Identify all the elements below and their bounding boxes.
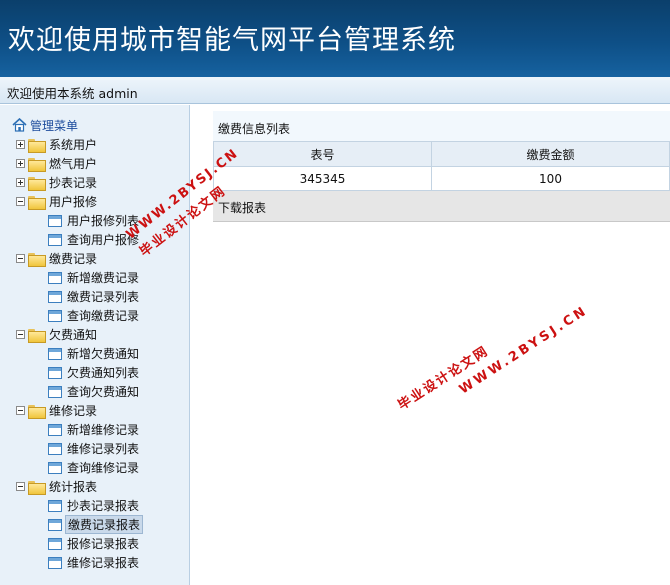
menu-item-label: 欠费通知列表 (67, 366, 140, 380)
page-icon (48, 233, 62, 246)
collapse-icon[interactable] (16, 406, 25, 415)
expand-icon[interactable] (16, 159, 25, 168)
collapse-icon[interactable] (16, 197, 25, 206)
menu-item[interactable]: 欠费通知列表 (32, 363, 141, 382)
menu-item[interactable]: 维修记录列表 (32, 439, 141, 458)
folder-icon (28, 157, 46, 172)
menu-item-label: 缴费记录列表 (67, 290, 140, 304)
expand-icon[interactable] (16, 178, 25, 187)
payment-table: 表号 缴费金额 345345 100 (213, 141, 670, 191)
panel-title: 缴费信息列表 (218, 122, 291, 136)
menu-item-label: 查询欠费通知 (67, 385, 140, 399)
menu-item[interactable]: 新增缴费记录 (32, 268, 141, 287)
panel-header: 缴费信息列表 (213, 111, 670, 145)
menu-item-label: 抄表记录报表 (67, 499, 140, 513)
user-bar: 欢迎使用本系统 admin (0, 77, 670, 104)
app-title: 欢迎使用城市智能气网平台管理系统 (8, 25, 456, 56)
menu-item-label: 新增欠费通知 (67, 347, 140, 361)
folder-icon (28, 252, 46, 267)
menu-item-label: 缴费记录报表 (65, 515, 144, 534)
menu-item-label: 维修记录报表 (67, 556, 140, 570)
menu-item[interactable]: 新增欠费通知 (32, 344, 141, 363)
page-icon (48, 556, 62, 569)
menu-item[interactable]: 查询欠费通知 (32, 382, 141, 401)
menu-item-label: 维修记录列表 (67, 442, 140, 456)
menu-item-label: 欠费通知 (49, 328, 98, 342)
menu-item-label: 新增维修记录 (67, 423, 140, 437)
folder-icon (28, 176, 46, 191)
menu-group[interactable]: 抄表记录 (16, 173, 99, 192)
collapse-icon[interactable] (16, 482, 25, 491)
page-icon (48, 442, 62, 455)
sidebar: 管理菜单 系统用户燃气用户抄表记录用户报修用户报修列表 查询用户报修缴费记录新增缴… (0, 105, 190, 585)
download-report-link[interactable]: 下载报表 (218, 199, 266, 216)
menu-group[interactable]: 欠费通知 (16, 325, 99, 344)
menu-group[interactable]: 统计报表 (16, 477, 99, 496)
menu-item[interactable]: 查询用户报修 (32, 230, 141, 249)
menu-item-label: 维修记录 (49, 404, 98, 418)
menu-group[interactable]: 用户报修 (16, 192, 99, 211)
page-icon (48, 499, 62, 512)
menu-item-label: 报修记录报表 (67, 537, 140, 551)
menu-group[interactable]: 缴费记录 (16, 249, 99, 268)
menu-item-label: 燃气用户 (49, 157, 98, 171)
page-icon (48, 290, 62, 303)
collapse-icon[interactable] (16, 330, 25, 339)
menu-item[interactable]: 报修记录报表 (32, 534, 141, 553)
menu-group[interactable]: 维修记录 (16, 401, 99, 420)
folder-icon (28, 480, 46, 495)
report-toolbar: 下载报表 (213, 191, 670, 222)
menu-item[interactable]: 抄表记录报表 (32, 496, 141, 515)
menu-group[interactable]: 系统用户 (16, 135, 99, 154)
page-icon (48, 347, 62, 360)
menu-item-label: 查询维修记录 (67, 461, 140, 475)
app-header: 欢迎使用城市智能气网平台管理系统 (0, 0, 670, 77)
collapse-icon[interactable] (16, 254, 25, 263)
page-icon (48, 537, 62, 550)
page-icon (48, 366, 62, 379)
page-icon (48, 214, 62, 227)
folder-icon (28, 138, 46, 153)
menu-item[interactable]: 新增维修记录 (32, 420, 141, 439)
folder-icon (28, 195, 46, 210)
menu-root[interactable]: 管理菜单 (12, 117, 78, 133)
menu-item-label: 系统用户 (49, 138, 98, 152)
page-icon (48, 423, 62, 436)
page-icon (48, 309, 62, 322)
menu-item-label: 查询缴费记录 (67, 309, 140, 323)
main-content: 缴费信息列表 表号 缴费金额 345345 100 下载报表 (213, 105, 670, 585)
menu-item[interactable]: 缴费记录报表 (32, 515, 144, 534)
page-icon (48, 271, 62, 284)
menu-item-label: 新增缴费记录 (67, 271, 140, 285)
menu-item-label: 用户报修 (49, 195, 98, 209)
page-icon (48, 518, 62, 531)
expand-icon[interactable] (16, 140, 25, 149)
menu-item-label: 查询用户报修 (67, 233, 140, 247)
menu-item-label: 用户报修列表 (67, 214, 140, 228)
menu-item[interactable]: 查询维修记录 (32, 458, 141, 477)
column-header-amount: 缴费金额 (431, 141, 670, 167)
table-row: 345345 100 (213, 166, 670, 191)
table-header-row: 表号 缴费金额 (213, 141, 670, 167)
menu-group[interactable]: 燃气用户 (16, 154, 99, 173)
menu-item-label: 抄表记录 (49, 176, 98, 190)
column-header-meter-no: 表号 (213, 141, 432, 167)
folder-icon (28, 328, 46, 343)
page-icon (48, 385, 62, 398)
welcome-text: 欢迎使用本系统 admin (7, 86, 138, 101)
page-icon (48, 461, 62, 474)
menu-item[interactable]: 用户报修列表 (32, 211, 141, 230)
menu-item[interactable]: 维修记录报表 (32, 553, 141, 572)
home-icon (12, 118, 27, 132)
cell-meter-no: 345345 (213, 166, 432, 191)
menu-item-label: 缴费记录 (49, 252, 98, 266)
menu-item-label: 统计报表 (49, 480, 98, 494)
folder-icon (28, 404, 46, 419)
menu-item[interactable]: 查询缴费记录 (32, 306, 141, 325)
menu-root-label: 管理菜单 (30, 118, 79, 133)
menu-item[interactable]: 缴费记录列表 (32, 287, 141, 306)
cell-amount: 100 (431, 166, 670, 191)
